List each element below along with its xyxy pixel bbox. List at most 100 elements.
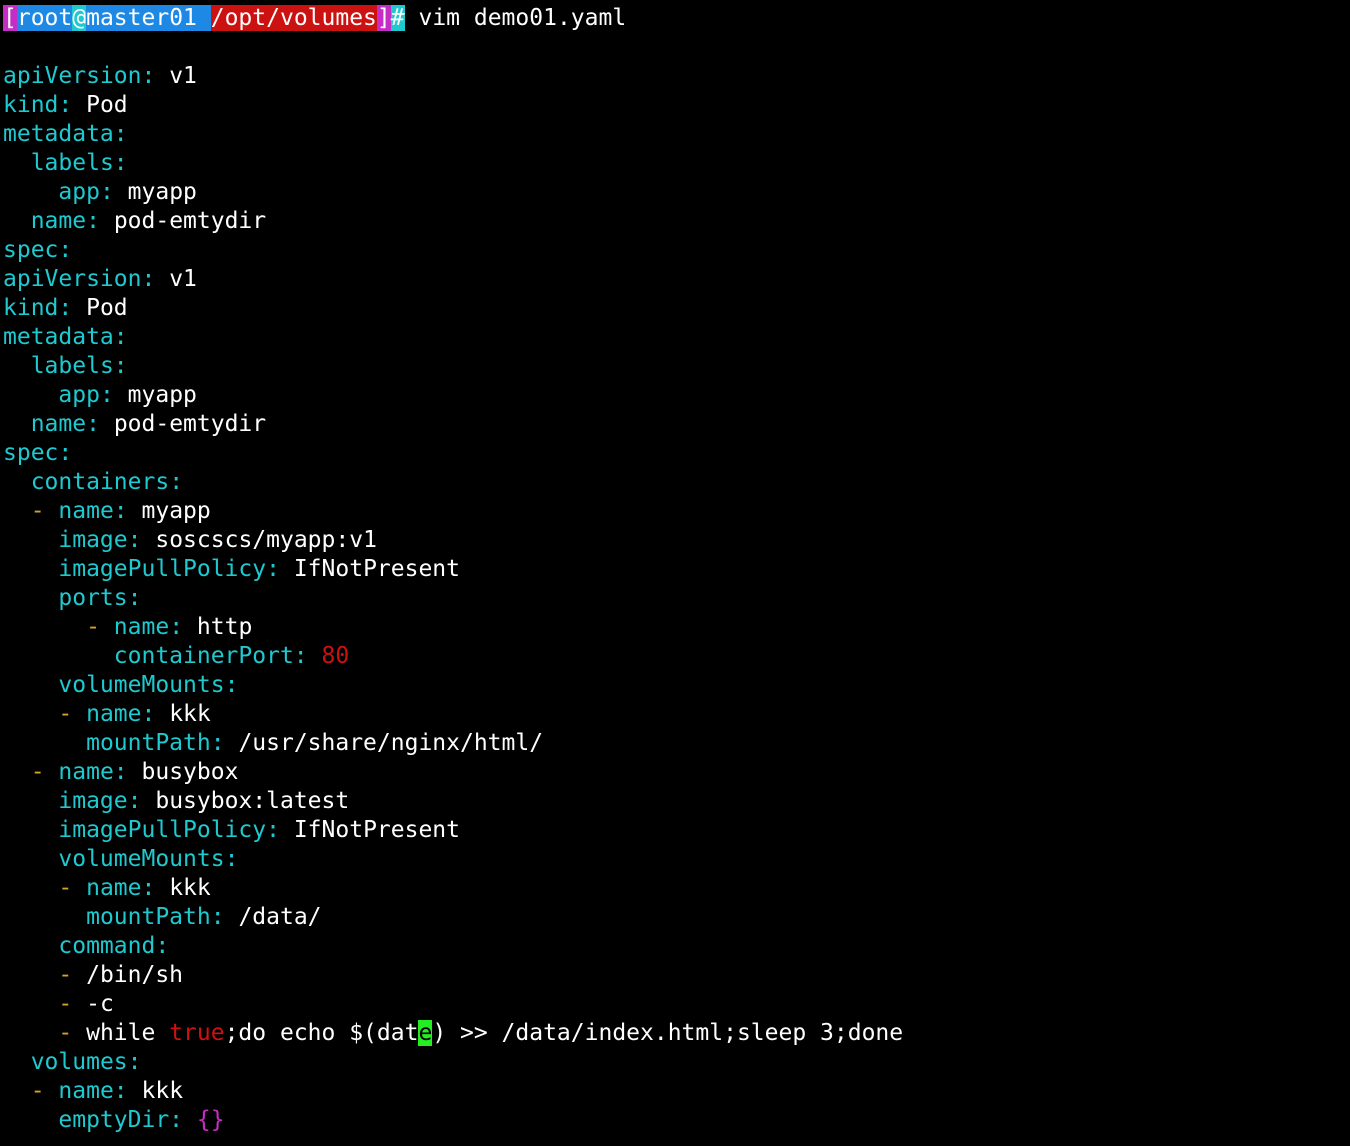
yaml-line: volumeMounts:	[3, 845, 1343, 874]
command-text: ) >> /data/index.html;sleep 3;done	[432, 1020, 904, 1046]
yaml-key: ports	[58, 585, 128, 611]
yaml-key: containers	[30, 469, 170, 495]
key-colon: :	[127, 585, 142, 611]
yaml-line: - name: kkk	[3, 1077, 1343, 1106]
yaml-key: metadata	[3, 121, 114, 147]
prompt-working-directory: /opt/volumes	[210, 5, 377, 31]
yaml-key: app	[58, 382, 100, 408]
yaml-value: v1	[169, 266, 197, 292]
yaml-line: name: pod-emtydir	[3, 410, 1343, 439]
yaml-key: labels	[30, 353, 114, 379]
yaml-line: - while true;do echo $(date) >> /data/in…	[3, 1019, 1343, 1048]
key-colon: :	[99, 179, 114, 205]
key-colon: :	[141, 63, 156, 89]
key-colon: :	[224, 846, 239, 872]
yaml-line: spec:	[3, 439, 1343, 468]
yaml-line: name: pod-emtydir	[3, 207, 1343, 236]
prompt-close-bracket: ]	[376, 5, 391, 31]
prompt-hostname: master01	[86, 5, 211, 31]
editor-buffer[interactable]: apiVersion: v1 kind: Pod metadata: labels:…	[3, 33, 1343, 1135]
yaml-key: kind	[3, 295, 59, 321]
editor-cursor[interactable]: e	[418, 1020, 433, 1046]
yaml-key: spec	[3, 237, 59, 263]
yaml-line: imagePullPolicy: IfNotPresent	[3, 816, 1343, 845]
yaml-line: - /bin/sh	[3, 961, 1343, 990]
terminal-window[interactable]: [root@master01 /opt/volumes]# vim demo01…	[3, 4, 1343, 1135]
yaml-line: spec:	[3, 236, 1343, 265]
yaml-key: apiVersion	[3, 266, 142, 292]
yaml-line: app: myapp	[3, 178, 1343, 207]
yaml-value: IfNotPresent	[293, 817, 460, 843]
yaml-key: image	[58, 527, 128, 553]
list-dash: -	[58, 962, 87, 988]
key-colon: :	[58, 237, 73, 263]
yaml-line: - name: kkk	[3, 700, 1343, 729]
prompt-at-sign: @	[72, 5, 87, 31]
yaml-line: apiVersion: v1	[3, 265, 1343, 294]
prompt-command: vim demo01.yaml	[404, 5, 627, 31]
yaml-key: command	[58, 933, 156, 959]
list-dash: -	[58, 875, 87, 901]
yaml-line: labels:	[3, 352, 1343, 381]
yaml-key: volumeMounts	[58, 672, 225, 698]
key-colon: :	[113, 353, 128, 379]
key-colon: :	[169, 614, 184, 640]
yaml-line: metadata:	[3, 323, 1343, 352]
yaml-key: apiVersion	[3, 63, 142, 89]
yaml-line: - name: busybox	[3, 758, 1343, 787]
key-colon: :	[58, 440, 73, 466]
yaml-key: kind	[3, 92, 59, 118]
yaml-value: http	[196, 614, 253, 640]
key-colon: :	[155, 933, 170, 959]
yaml-line: volumeMounts:	[3, 671, 1343, 700]
yaml-key: mountPath	[86, 730, 211, 756]
key-colon: :	[113, 759, 128, 785]
yaml-value: /usr/share/nginx/html/	[238, 730, 544, 756]
key-colon: :	[58, 92, 73, 118]
yaml-line: volumes:	[3, 1048, 1343, 1077]
yaml-value: myapp	[127, 382, 197, 408]
key-colon: :	[113, 324, 128, 350]
key-colon: :	[210, 904, 225, 930]
list-dash: -	[86, 614, 114, 640]
yaml-line: - name: myapp	[3, 497, 1343, 526]
key-colon: :	[86, 411, 100, 437]
key-colon: :	[58, 295, 73, 321]
yaml-value: myapp	[141, 498, 211, 524]
yaml-line: - -c	[3, 990, 1343, 1019]
yaml-line: - name: http	[3, 613, 1343, 642]
key-colon: :	[127, 788, 142, 814]
yaml-key: imagePullPolicy	[58, 817, 267, 843]
yaml-value: v1	[169, 63, 197, 89]
yaml-key: emptyDir	[58, 1107, 170, 1133]
yaml-key: name	[58, 498, 114, 524]
key-colon: :	[127, 527, 142, 553]
yaml-line: command:	[3, 932, 1343, 961]
prompt-open-bracket: [	[3, 5, 17, 31]
prompt-hash: #	[390, 5, 405, 31]
yaml-key: name	[30, 411, 87, 437]
key-colon: :	[141, 701, 156, 727]
yaml-value: busybox:latest	[155, 788, 350, 814]
yaml-line: mountPath: /usr/share/nginx/html/	[3, 729, 1343, 758]
